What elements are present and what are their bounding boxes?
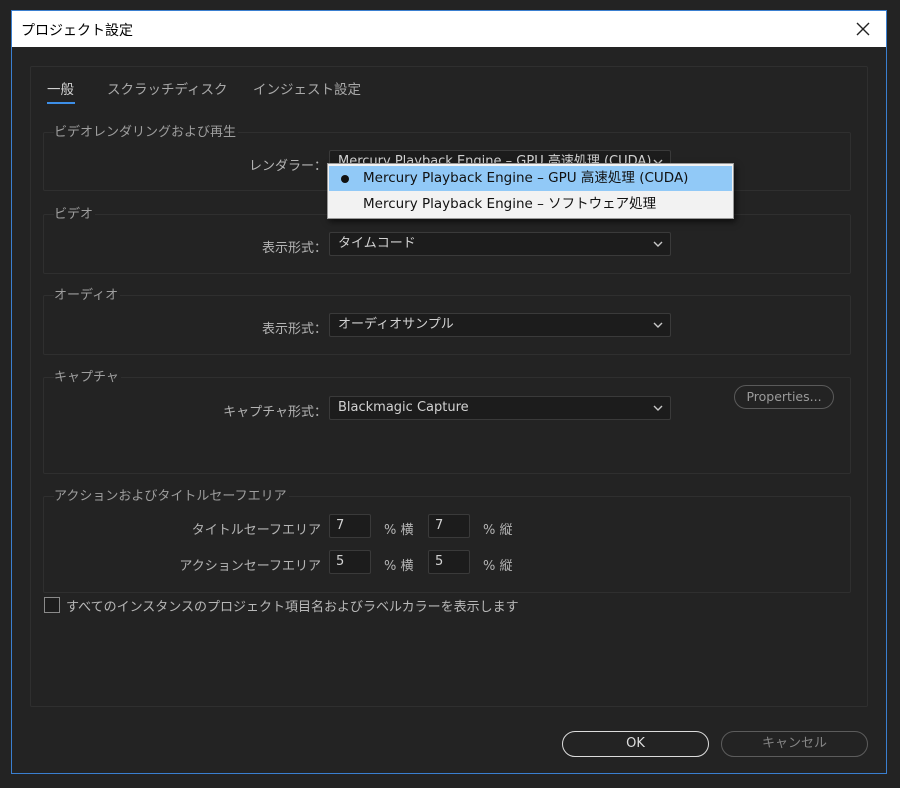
capture-format-select[interactable]: Blackmagic Capture (329, 396, 671, 420)
action-safe-horizontal-input[interactable]: 5 (329, 550, 371, 574)
renderer-dropdown-list: Mercury Playback Engine – GPU 高速処理 (CUDA… (327, 163, 734, 219)
dialog-title: プロジェクト設定 (21, 23, 133, 39)
audio-display-format-label: 表示形式： (261, 322, 327, 337)
renderer-option-software-label: Mercury Playback Engine – ソフトウェア処理 (363, 196, 657, 212)
tab-scratch-disks[interactable]: スクラッチディスク (107, 78, 228, 98)
show-label-colors-label: すべてのインスタンスのプロジェクト項目名およびラベルカラーを表示します (66, 600, 519, 615)
renderer-option-software[interactable]: Mercury Playback Engine – ソフトウェア処理 (329, 192, 732, 217)
audio-group-title: オーディオ (54, 284, 121, 303)
action-safe-vertical-input[interactable]: 5 (428, 550, 470, 574)
renderer-option-gpu[interactable]: Mercury Playback Engine – GPU 高速処理 (CUDA… (329, 166, 732, 191)
safe-area-group-title: アクションおよびタイトルセーフエリア (54, 485, 289, 504)
capture-group: キャプチャ (43, 366, 851, 474)
title-safe-vertical-unit: % 縦 (483, 523, 513, 538)
audio-display-format-select[interactable]: オーディオサンプル (329, 313, 671, 337)
capture-format-value: Blackmagic Capture (338, 400, 469, 415)
action-safe-label: アクションセーフエリア (179, 559, 321, 574)
chevron-down-icon (653, 405, 663, 411)
video-display-format-select[interactable]: タイムコード (329, 232, 671, 256)
tab-general[interactable]: 一般 (47, 78, 74, 98)
renderer-option-gpu-label: Mercury Playback Engine – GPU 高速処理 (CUDA… (363, 170, 689, 186)
tab-ingest-settings[interactable]: インジェスト設定 (253, 78, 361, 98)
title-safe-horizontal-input[interactable]: 7 (329, 514, 371, 538)
active-tab-indicator (47, 102, 75, 104)
title-safe-label: タイトルセーフエリア (191, 523, 321, 538)
show-label-colors-checkbox[interactable] (44, 597, 60, 613)
video-display-format-label: 表示形式： (261, 241, 327, 256)
close-button[interactable] (848, 15, 878, 43)
title-bar: プロジェクト設定 (12, 11, 886, 47)
action-safe-horizontal-unit: % 横 (384, 559, 414, 574)
title-safe-vertical-input[interactable]: 7 (428, 514, 470, 538)
safe-area-group: アクションおよびタイトルセーフエリア (43, 485, 851, 593)
title-safe-horizontal-unit: % 横 (384, 523, 414, 538)
video-display-format-value: タイムコード (338, 236, 416, 251)
renderer-label: レンダラー： (248, 159, 327, 174)
audio-display-format-value: オーディオサンプル (338, 317, 454, 332)
cancel-button[interactable]: キャンセル (721, 731, 868, 757)
capture-group-title: キャプチャ (54, 366, 121, 385)
ok-button[interactable]: OK (562, 731, 709, 757)
capture-properties-button[interactable]: Properties... (734, 385, 834, 409)
action-safe-vertical-unit: % 縦 (483, 559, 513, 574)
capture-format-label: キャプチャ形式： (223, 405, 327, 420)
project-settings-dialog: プロジェクト設定 一般 スクラッチディスク インジェスト設定 ビデオレンダリング… (11, 10, 887, 774)
render-group-title: ビデオレンダリングおよび再生 (54, 121, 239, 140)
bullet-icon (341, 175, 349, 183)
video-group-title: ビデオ (54, 203, 96, 222)
close-icon (856, 22, 870, 36)
chevron-down-icon (653, 241, 663, 247)
chevron-down-icon (653, 322, 663, 328)
